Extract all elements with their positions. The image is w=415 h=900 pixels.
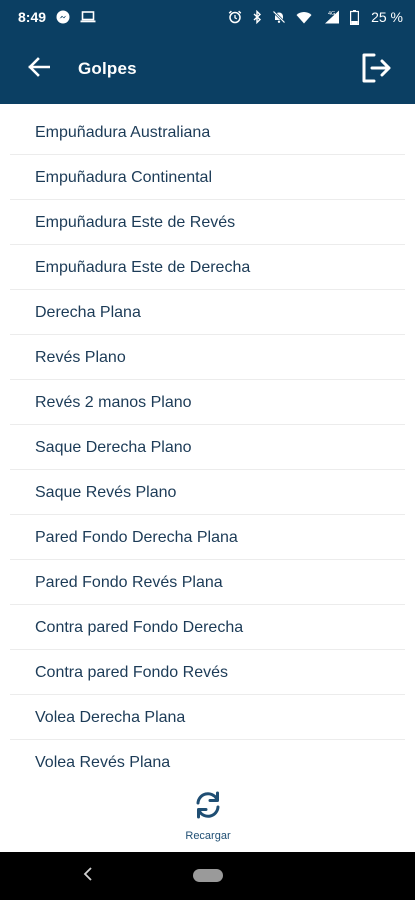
arrow-left-icon xyxy=(28,56,51,82)
list-item[interactable]: Empuñadura Australiana xyxy=(0,110,415,155)
list-item[interactable]: Derecha Plana xyxy=(0,290,415,335)
reload-button[interactable]: Recargar xyxy=(158,790,258,845)
mute-icon xyxy=(272,10,286,24)
list-item[interactable]: Contra pared Fondo Derecha xyxy=(0,605,415,650)
status-time: 8:49 xyxy=(18,9,47,25)
logout-icon xyxy=(361,52,393,89)
system-nav-bar xyxy=(0,852,415,900)
list-item[interactable]: Revés 2 manos Plano xyxy=(0,380,415,425)
logout-button[interactable] xyxy=(359,52,395,88)
nav-back-button[interactable] xyxy=(78,866,98,886)
status-bar-right: 4G 25 % xyxy=(228,9,403,25)
battery-percent: 25 % xyxy=(371,9,403,25)
wifi-icon xyxy=(296,11,312,24)
nav-home-pill[interactable] xyxy=(193,869,223,882)
reload-label: Recargar xyxy=(185,830,231,842)
back-button[interactable] xyxy=(24,54,54,84)
chevron-left-icon xyxy=(83,866,93,886)
list-item[interactable]: Empuñadura Continental xyxy=(0,155,415,200)
strokes-list: Empuñadura Australiana Empuñadura Contin… xyxy=(0,110,415,785)
list-item[interactable]: Pared Fondo Derecha Plana xyxy=(0,515,415,560)
cell-signal-icon: 4G xyxy=(322,10,340,24)
refresh-icon xyxy=(193,790,223,825)
alarm-icon xyxy=(228,10,242,24)
list-item[interactable]: Revés Plano xyxy=(0,335,415,380)
status-bar: 8:49 4G 25 % xyxy=(0,0,415,34)
app-bar: Golpes xyxy=(0,34,415,104)
list-item[interactable]: Contra pared Fondo Revés xyxy=(0,650,415,695)
list-item[interactable]: Empuñadura Este de Derecha xyxy=(0,245,415,290)
list-item[interactable]: Empuñadura Este de Revés xyxy=(0,200,415,245)
list-item[interactable]: Volea Revés Plana xyxy=(0,740,415,785)
bluetooth-icon xyxy=(252,10,262,24)
list-item[interactable]: Saque Derecha Plano xyxy=(0,425,415,470)
messenger-icon xyxy=(56,10,70,24)
status-bar-left: 8:49 xyxy=(18,9,96,25)
laptop-icon xyxy=(80,11,96,23)
list-item[interactable]: Volea Derecha Plana xyxy=(0,695,415,740)
list-item[interactable]: Pared Fondo Revés Plana xyxy=(0,560,415,605)
page-title: Golpes xyxy=(78,59,137,78)
list-item[interactable]: Saque Revés Plano xyxy=(0,470,415,515)
battery-icon xyxy=(350,9,360,25)
